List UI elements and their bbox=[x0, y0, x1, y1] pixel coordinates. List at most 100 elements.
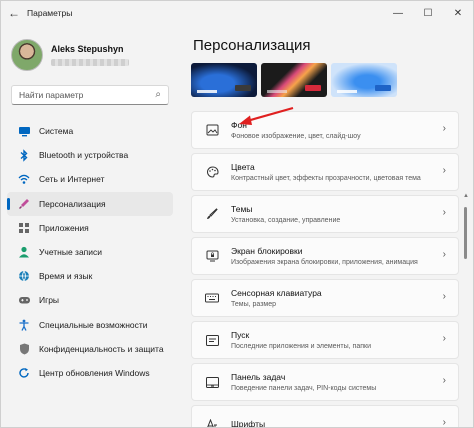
sidebar-item-apps[interactable]: Приложения bbox=[7, 216, 173, 240]
palette-icon bbox=[204, 164, 220, 180]
brush-icon bbox=[17, 197, 31, 211]
sidebar-nav: Система Bluetooth и устройства Сеть и Ин… bbox=[7, 119, 173, 385]
card-title: Цвета bbox=[231, 162, 255, 172]
chevron-right-icon: › bbox=[442, 417, 446, 428]
chevron-right-icon: › bbox=[442, 333, 446, 344]
keyboard-icon bbox=[204, 290, 220, 306]
card-title: Сенсорная клавиатура bbox=[231, 288, 322, 298]
sidebar-item-label: Сеть и Интернет bbox=[39, 174, 105, 185]
card-colors[interactable]: Цвета Контрастный цвет, эффекты прозрачн… bbox=[191, 153, 459, 191]
card-fonts[interactable]: Шрифты › bbox=[191, 405, 459, 428]
sidebar-item-accessibility[interactable]: Специальные возможности bbox=[7, 313, 173, 337]
user-email-redacted bbox=[51, 59, 129, 66]
card-title: Темы bbox=[231, 204, 253, 214]
card-themes[interactable]: Темы Установка, создание, управление › bbox=[191, 195, 459, 233]
scrollbar-thumb[interactable] bbox=[464, 207, 467, 259]
gamepad-icon bbox=[17, 293, 31, 307]
sidebar-item-label: Конфиденциальность и защита bbox=[39, 343, 164, 354]
sidebar-item-gaming[interactable]: Игры bbox=[7, 288, 173, 312]
apps-icon bbox=[17, 221, 31, 235]
sidebar-item-label: Время и язык bbox=[39, 271, 93, 282]
chevron-right-icon: › bbox=[442, 207, 446, 218]
lock-screen-icon bbox=[204, 248, 220, 264]
accessibility-icon bbox=[17, 318, 31, 332]
sidebar-item-bluetooth[interactable]: Bluetooth и устройства bbox=[7, 143, 173, 167]
maximize-button[interactable]: ☐ bbox=[413, 1, 443, 25]
update-icon bbox=[17, 366, 31, 380]
card-subtitle: Темы, размер bbox=[231, 301, 277, 308]
card-touch-keyboard[interactable]: Сенсорная клавиатура Темы, размер › bbox=[191, 279, 459, 317]
user-name: Aleks Stepushyn bbox=[51, 44, 124, 54]
theme-thumbnail[interactable] bbox=[331, 63, 397, 97]
font-icon bbox=[204, 416, 220, 427]
sidebar-item-label: Игры bbox=[39, 295, 60, 306]
page-title: Персонализация bbox=[193, 37, 311, 54]
person-icon bbox=[17, 245, 31, 259]
user-profile[interactable]: Aleks Stepushyn bbox=[11, 39, 129, 71]
back-arrow-icon: ← bbox=[8, 6, 20, 20]
settings-window: ← Параметры — ☐ ✕ Aleks Stepushyn ⌕ bbox=[0, 0, 474, 428]
shield-icon bbox=[17, 342, 31, 356]
maximize-icon: ☐ bbox=[423, 7, 433, 19]
theme-thumbnail[interactable] bbox=[261, 63, 327, 97]
card-title: Пуск bbox=[231, 330, 250, 340]
sidebar-item-windows-update[interactable]: Центр обновления Windows bbox=[7, 361, 173, 385]
chevron-right-icon: › bbox=[442, 123, 446, 134]
card-lock-screen[interactable]: Экран блокировки Изображения экрана блок… bbox=[191, 237, 459, 275]
settings-cards: Фон Фоновое изображение, цвет, слайд-шоу… bbox=[191, 111, 459, 428]
avatar bbox=[11, 39, 43, 71]
image-icon bbox=[204, 122, 220, 138]
annotation-arrow bbox=[239, 106, 294, 125]
start-icon bbox=[204, 332, 220, 348]
window-controls: — ☐ ✕ bbox=[383, 1, 473, 25]
card-subtitle: Фоновое изображение, цвет, слайд-шоу bbox=[231, 133, 361, 140]
sidebar-item-label: Центр обновления Windows bbox=[39, 367, 150, 378]
minimize-icon: — bbox=[393, 7, 403, 19]
taskbar-icon bbox=[204, 374, 220, 390]
chevron-right-icon: › bbox=[442, 291, 446, 302]
card-subtitle: Изображения экрана блокировки, приложени… bbox=[231, 259, 418, 266]
monitor-icon bbox=[17, 124, 31, 138]
sidebar-item-system[interactable]: Система bbox=[7, 119, 173, 143]
globe-icon bbox=[17, 269, 31, 283]
sidebar-item-accounts[interactable]: Учетные записи bbox=[7, 240, 173, 264]
back-button[interactable]: ← bbox=[1, 1, 27, 25]
chevron-right-icon: › bbox=[442, 249, 446, 260]
search-icon[interactable]: ⌕ bbox=[155, 89, 161, 100]
search-box[interactable]: ⌕ bbox=[11, 85, 169, 105]
card-start[interactable]: Пуск Последние приложения и элементы, па… bbox=[191, 321, 459, 359]
search-input[interactable] bbox=[19, 90, 149, 100]
title-bar: ← Параметры — ☐ ✕ bbox=[1, 1, 473, 25]
card-title: Шрифты bbox=[231, 419, 266, 428]
close-button[interactable]: ✕ bbox=[443, 1, 473, 25]
card-subtitle: Последние приложения и элементы, папки bbox=[231, 343, 371, 350]
scroll-up-icon[interactable]: ▲ bbox=[463, 193, 469, 199]
card-title: Панель задач bbox=[231, 372, 286, 382]
card-subtitle: Поведение панели задач, PIN-коды системы bbox=[231, 385, 377, 392]
sidebar-item-label: Приложения bbox=[39, 222, 89, 233]
chevron-right-icon: › bbox=[442, 375, 446, 386]
sidebar-item-label: Bluetooth и устройства bbox=[39, 150, 129, 161]
close-icon: ✕ bbox=[453, 7, 463, 19]
network-icon bbox=[17, 172, 31, 186]
sidebar-item-label: Персонализация bbox=[39, 198, 106, 209]
sidebar-item-privacy[interactable]: Конфиденциальность и защита bbox=[7, 337, 173, 361]
card-subtitle: Установка, создание, управление bbox=[231, 217, 341, 224]
main-content: Персонализация Фон Фоновое изображение, … bbox=[191, 25, 471, 428]
theme-thumbnail[interactable] bbox=[191, 63, 257, 97]
card-subtitle: Контрастный цвет, эффекты прозрачности, … bbox=[231, 175, 421, 182]
brush-icon bbox=[204, 206, 220, 222]
sidebar-item-label: Учетные записи bbox=[39, 247, 103, 258]
sidebar-item-label: Система bbox=[39, 126, 74, 137]
window-title: Параметры bbox=[27, 8, 73, 18]
minimize-button[interactable]: — bbox=[383, 1, 413, 25]
card-background[interactable]: Фон Фоновое изображение, цвет, слайд-шоу… bbox=[191, 111, 459, 149]
sidebar-item-label: Специальные возможности bbox=[39, 319, 148, 330]
sidebar-item-time-language[interactable]: Время и язык bbox=[7, 264, 173, 288]
theme-previews bbox=[191, 63, 401, 97]
sidebar: Aleks Stepushyn ⌕ Система Bluetooth и ус… bbox=[1, 25, 179, 427]
sidebar-item-network[interactable]: Сеть и Интернет bbox=[7, 167, 173, 191]
bluetooth-icon bbox=[17, 148, 31, 162]
card-taskbar[interactable]: Панель задач Поведение панели задач, PIN… bbox=[191, 363, 459, 401]
sidebar-item-personalization[interactable]: Персонализация bbox=[7, 191, 173, 216]
